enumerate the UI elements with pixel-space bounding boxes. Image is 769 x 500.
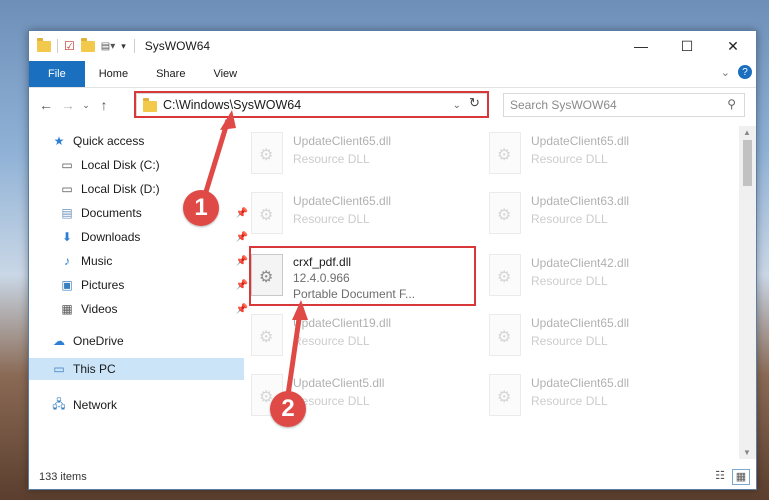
callout-2: 2 [270,391,306,427]
annotation-arrows [202,110,308,396]
arrow-1 [202,119,231,196]
arrow-2-head [292,300,308,320]
callout-1: 1 [183,190,219,226]
arrow-1-head [220,110,236,130]
arrow-2 [285,311,303,396]
